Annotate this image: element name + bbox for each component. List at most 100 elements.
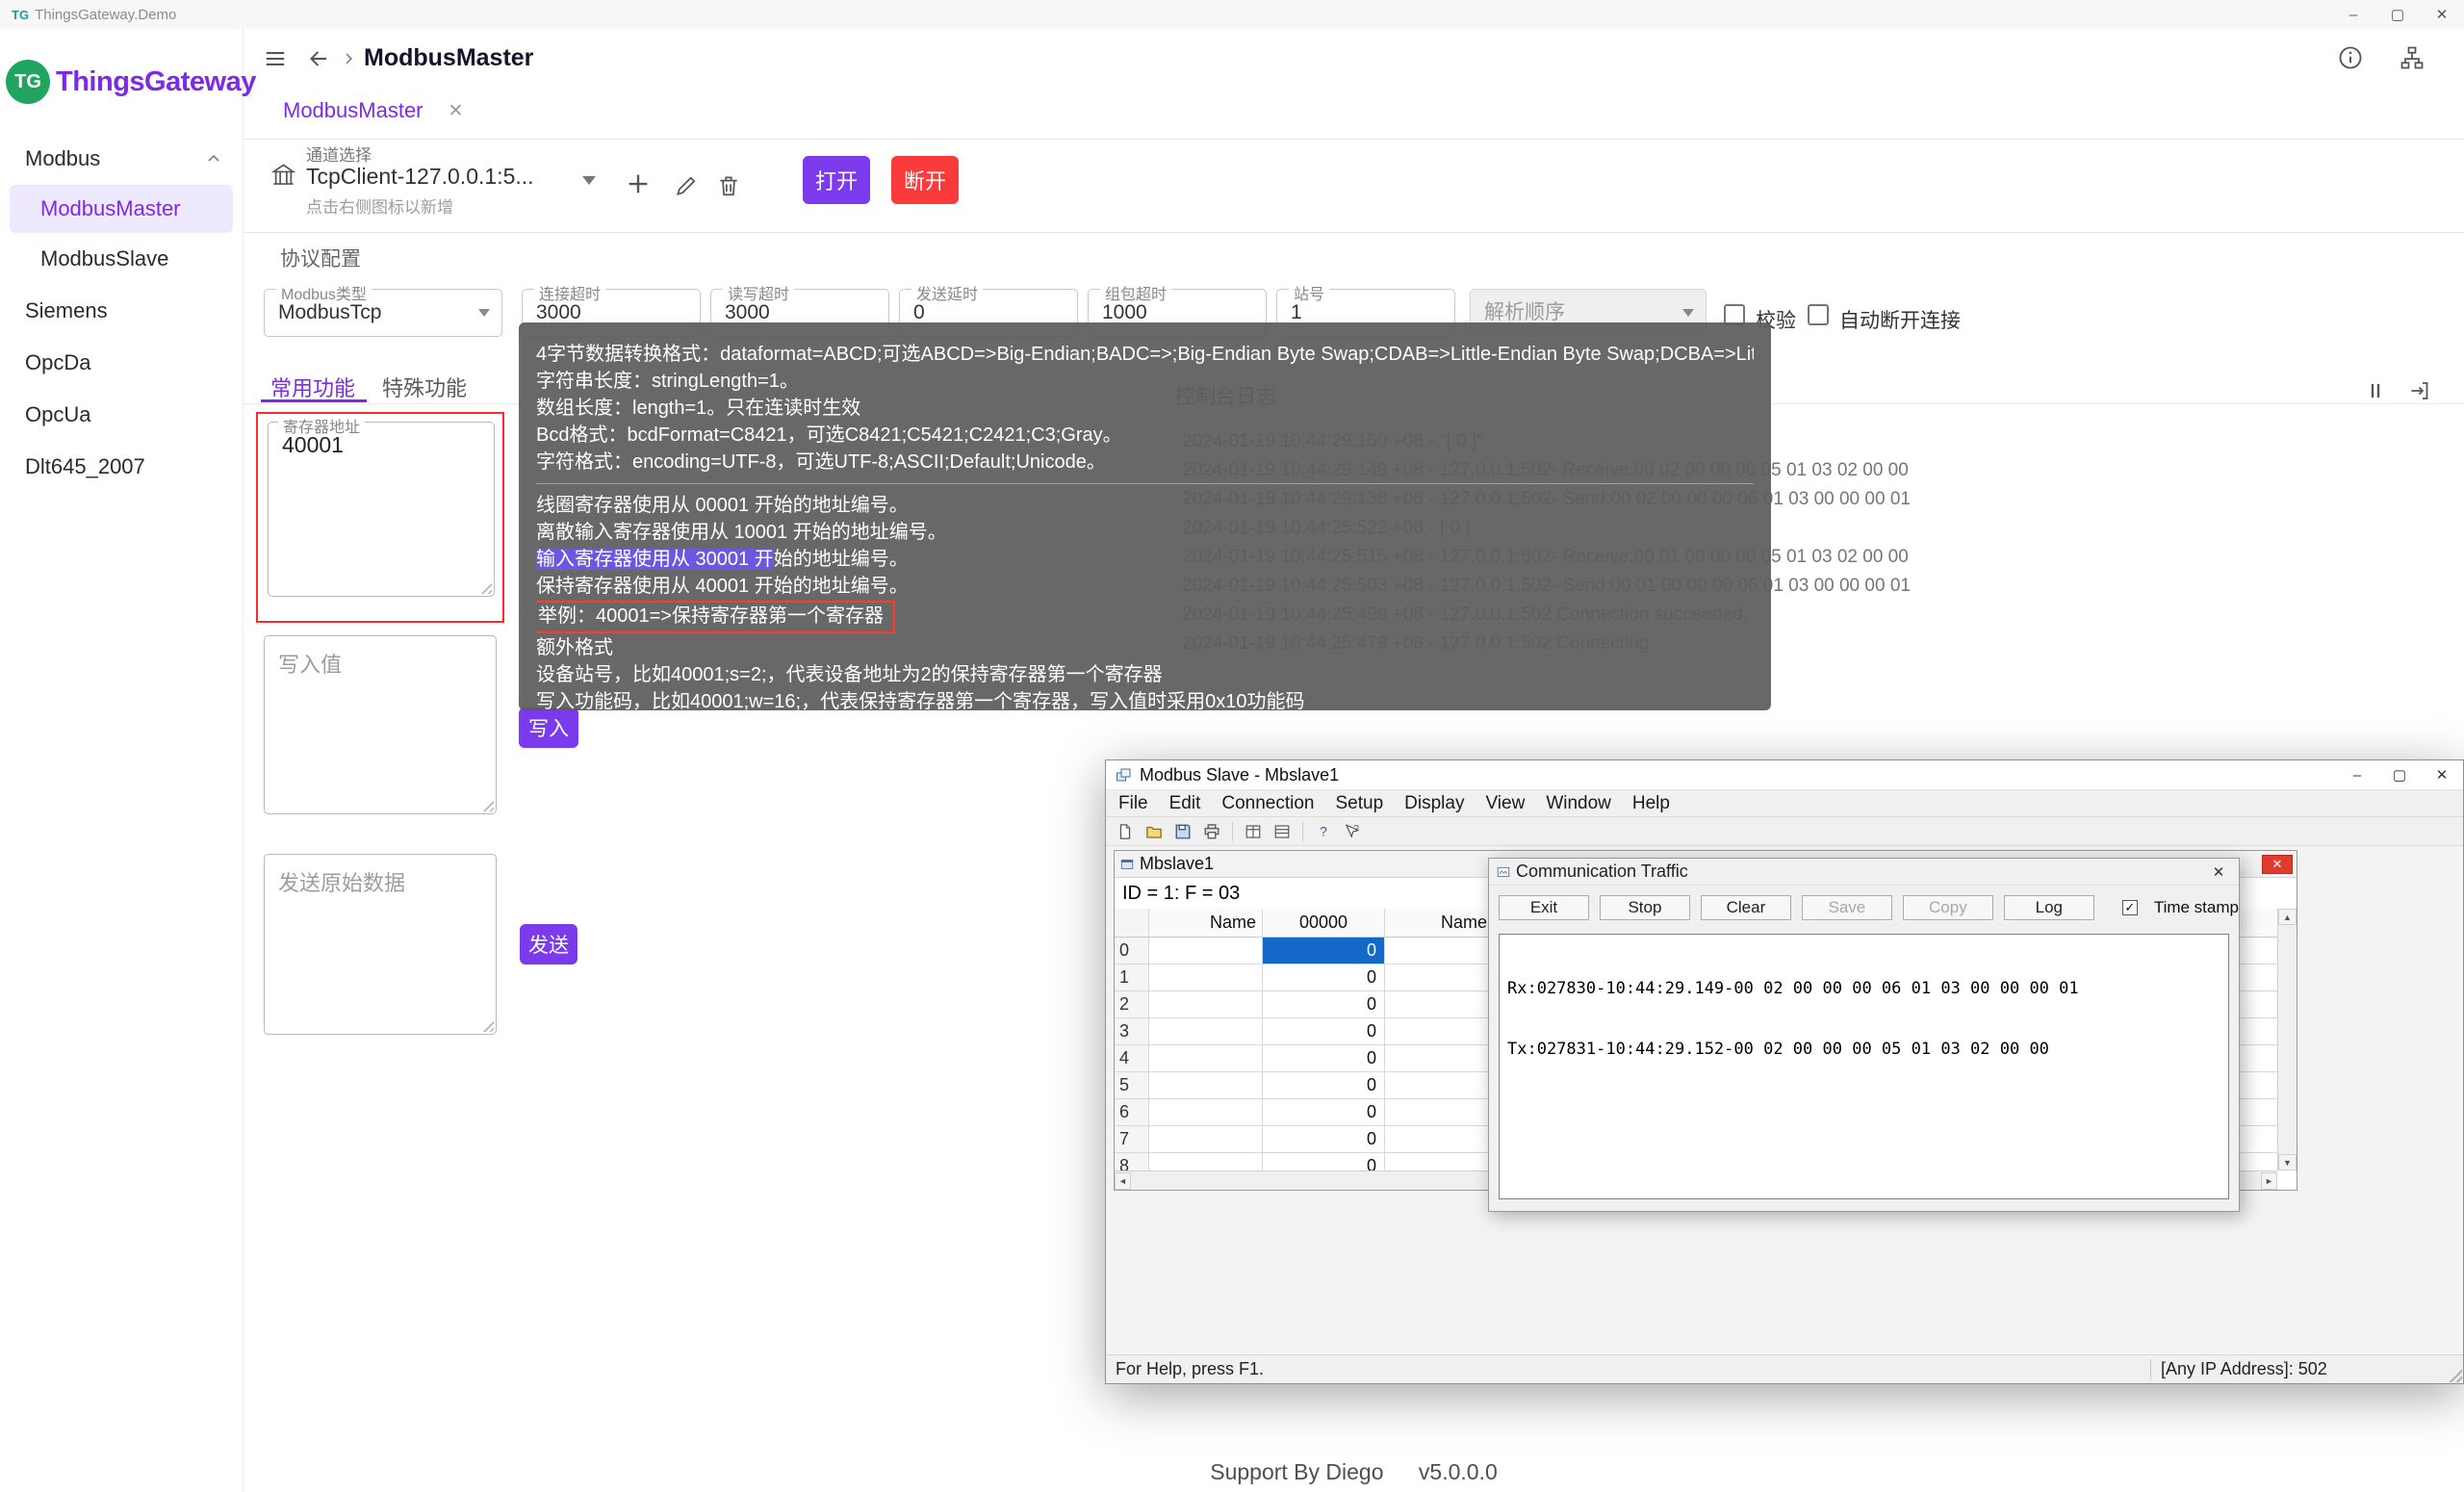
display-grid-icon[interactable] [1242,820,1265,843]
maximize-button[interactable]: ▢ [2378,760,2421,790]
name-cell[interactable] [1149,1018,1263,1045]
scroll-down-icon[interactable]: ▼ [2278,1154,2297,1170]
value-cell[interactable]: 0 [1263,1099,1385,1126]
name-cell[interactable] [1149,965,1263,991]
name-cell[interactable] [1385,991,1494,1018]
name-cell[interactable] [1385,1153,1494,1170]
send-button[interactable]: 发送 [520,924,578,965]
open-button[interactable]: 打开 [803,156,870,204]
child-close-button[interactable]: ✕ [2262,855,2293,874]
stop-button[interactable]: Stop [1600,895,1690,920]
menu-file[interactable]: File [1108,793,1159,814]
child-window-icon [1120,858,1134,871]
pause-icon[interactable] [2364,379,2387,402]
menu-display[interactable]: Display [1394,793,1475,814]
back-icon[interactable] [306,46,331,71]
close-button[interactable]: ✕ [2420,0,2464,29]
disconnect-button[interactable]: 断开 [891,156,959,204]
slave-statusbar: For Help, press F1. [Any IP Address]: 50… [1106,1354,2463,1383]
menu-edit[interactable]: Edit [1159,793,1212,814]
sidebar-item-modbusmaster[interactable]: ModbusMaster [10,185,233,233]
exit-button[interactable]: Exit [1499,895,1589,920]
scroll-left-icon[interactable]: ◄ [1115,1172,1131,1190]
sidebar-item-siemens[interactable]: Siemens [0,285,243,337]
edit-channel-icon[interactable] [674,173,699,198]
info-icon[interactable] [2337,44,2364,71]
name-cell[interactable] [1385,1126,1494,1153]
footer-version: v5.0.0.0 [1419,1459,1498,1484]
sidebar-group-modbus[interactable]: Modbus [0,133,243,185]
auto-disconnect-checkbox[interactable] [1808,304,1829,325]
slave-titlebar[interactable]: Modbus Slave - Mbslave1 – ▢ ✕ [1106,760,2463,790]
value-cell[interactable]: 0 [1263,1045,1385,1072]
name-cell[interactable] [1385,965,1494,991]
resize-grip[interactable] [2447,1367,2462,1382]
sidebar-item-dlt645[interactable]: Dlt645_2007 [0,441,243,493]
value-cell[interactable]: 0 [1263,1072,1385,1099]
close-icon[interactable]: ✕ [2206,863,2231,881]
value-cell[interactable]: 0 [1263,991,1385,1018]
vertical-scrollbar[interactable]: ▲ ▼ [2277,909,2297,1170]
new-file-icon[interactable] [1114,820,1137,843]
name-cell[interactable] [1149,1072,1263,1099]
export-log-icon[interactable] [2408,379,2431,402]
menu-window[interactable]: Window [1535,793,1622,814]
menu-connection[interactable]: Connection [1211,793,1324,814]
open-file-icon[interactable] [1142,820,1166,843]
minimize-button[interactable]: – [2336,760,2378,790]
sidebar-item-modbusslave[interactable]: ModbusSlave [10,235,233,283]
dialog-titlebar[interactable]: Communication Traffic ✕ [1489,859,2239,886]
timestamp-checkbox[interactable]: ✓ [2122,900,2138,915]
add-channel-icon[interactable] [624,169,653,198]
value-cell[interactable]: 0 [1263,1018,1385,1045]
name-cell[interactable] [1385,1072,1494,1099]
name-cell[interactable] [1385,1018,1494,1045]
value-cell-selected[interactable]: 0 [1263,938,1385,965]
name-cell[interactable] [1385,1045,1494,1072]
value-cell[interactable]: 0 [1263,1153,1385,1170]
log-button[interactable]: Log [2004,895,2094,920]
clear-button[interactable]: Clear [1701,895,1791,920]
sidebar-item-label: OpcUa [25,402,90,427]
channel-select[interactable]: TcpClient-127.0.0.1:5... [306,164,534,190]
name-cell[interactable] [1149,938,1263,965]
close-button[interactable]: ✕ [2421,760,2463,790]
help-icon[interactable]: ? [1312,820,1335,843]
scroll-right-icon[interactable]: ► [2261,1172,2277,1190]
context-help-icon[interactable]: ? [1341,820,1364,843]
value-cell[interactable]: 0 [1263,1126,1385,1153]
name-cell[interactable] [1149,1126,1263,1153]
menu-help[interactable]: Help [1622,793,1681,814]
name-cell[interactable] [1385,938,1494,965]
menu-setup[interactable]: Setup [1325,793,1395,814]
tab-common-functions[interactable]: 常用功能 [270,372,355,402]
tab-special-functions[interactable]: 特殊功能 [382,372,467,402]
sitemap-icon[interactable] [2399,44,2426,71]
name-cell[interactable] [1149,1045,1263,1072]
name-cell[interactable] [1149,991,1263,1018]
chevron-right-icon[interactable] [339,49,358,68]
tab-modbusmaster[interactable]: ModbusMaster ✕ [283,98,463,123]
display-list-icon[interactable] [1270,820,1294,843]
menu-icon[interactable] [262,46,289,71]
maximize-button[interactable]: ▢ [2375,0,2420,29]
value-cell[interactable]: 0 [1263,965,1385,991]
delete-channel-icon[interactable] [716,173,741,198]
modbus-type-select[interactable]: Modbus类型 ModbusTcp [264,289,502,337]
scroll-up-icon[interactable]: ▲ [2278,909,2297,925]
name-cell[interactable] [1149,1099,1263,1126]
name-cell[interactable] [1149,1153,1263,1170]
resize-handle[interactable] [480,798,494,811]
print-icon[interactable] [1200,820,1223,843]
sidebar-item-opcua[interactable]: OpcUa [0,389,243,441]
save-icon[interactable] [1171,820,1194,843]
traffic-log-area[interactable]: Rx:027830-10:44:29.149-00 02 00 00 00 06… [1499,934,2229,1199]
raw-data-input[interactable]: 发送原始数据 [264,854,497,1035]
write-value-input[interactable]: 写入值 [264,635,497,814]
resize-handle[interactable] [480,1018,494,1032]
tab-close-icon[interactable]: ✕ [449,100,464,122]
menu-view[interactable]: View [1475,793,1535,814]
sidebar-item-opcda[interactable]: OpcDa [0,337,243,389]
name-cell[interactable] [1385,1099,1494,1126]
minimize-button[interactable]: – [2331,0,2375,29]
